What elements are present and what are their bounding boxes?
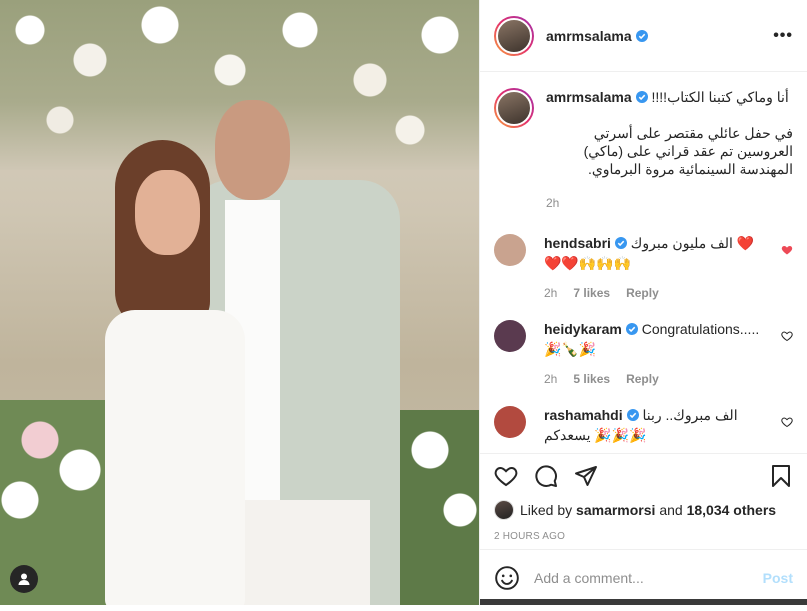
comment-text: Congratulations..... <box>641 321 760 337</box>
author-username[interactable]: amrmsalama <box>546 28 648 44</box>
comment-likes[interactable]: 7 likes <box>573 284 610 302</box>
post-caption: amrmsalama أنا وماكي كتبنا الكتاب!!!! في… <box>494 88 793 212</box>
comment-meta: 2h 5 likes Reply <box>544 370 767 388</box>
comment-item: heidykaram Congratulations..... 🎉🍾🎉 2h 5… <box>494 320 793 388</box>
post-actions-bar <box>480 453 807 497</box>
add-comment-bar: Add a comment... Post <box>480 549 807 605</box>
post-comment-button[interactable]: Post <box>763 570 793 586</box>
instagram-post: amrmsalama ••• amrmsalama أنا وماكي كتبن… <box>0 0 807 605</box>
comment-like-heart-icon[interactable] <box>781 244 793 256</box>
comment-username[interactable]: hendsabri <box>544 235 627 251</box>
liker-avatar[interactable] <box>494 500 514 520</box>
comment-username[interactable]: heidykaram <box>544 321 638 337</box>
comment-username[interactable]: rashamahdi <box>544 407 639 423</box>
caption-time[interactable]: 2h <box>546 194 559 212</box>
comment-meta: 2h 7 likes Reply <box>544 284 767 302</box>
comment-reply-button[interactable]: Reply <box>626 284 659 302</box>
comment-like-heart-icon[interactable] <box>781 330 793 342</box>
comment-text-line2: 🎉🍾🎉 <box>544 341 597 357</box>
post-details-panel: amrmsalama ••• amrmsalama أنا وماكي كتبن… <box>479 0 807 605</box>
liked-by-user[interactable]: samarmorsi <box>576 502 655 518</box>
more-options-button[interactable]: ••• <box>773 27 793 45</box>
comment-reply-button[interactable]: Reply <box>626 370 659 388</box>
emoji-icon[interactable] <box>494 565 520 591</box>
comment-icon[interactable] <box>534 464 558 488</box>
post-header: amrmsalama ••• <box>480 0 807 72</box>
bookmark-icon[interactable] <box>769 464 793 488</box>
post-timestamp[interactable]: 2 HOURS AGO <box>480 523 807 549</box>
verified-badge-icon <box>625 323 638 335</box>
verified-badge-icon <box>635 29 648 42</box>
verified-badge-icon <box>614 237 627 249</box>
comment-text-line2: ❤️❤️🙌🙌🙌 <box>544 255 632 271</box>
comments-list: amrmsalama أنا وماكي كتبنا الكتاب!!!! في… <box>480 72 807 453</box>
caption-author-username[interactable]: amrmsalama <box>546 89 648 105</box>
comment-text: الف مليون مبروك ❤️ <box>630 235 755 251</box>
comment-text: الف مبروك.. ربنا <box>642 407 738 423</box>
likes-count[interactable]: 18,034 others <box>687 502 777 518</box>
heart-icon[interactable] <box>494 464 518 488</box>
user-tag-icon[interactable] <box>10 565 38 593</box>
comment-item: rashamahdi الف مبروك.. ربنا يسعدكم 🎉🎉🎉 <box>494 406 793 444</box>
caption-author-avatar[interactable] <box>494 88 534 128</box>
post-photo[interactable] <box>0 0 479 605</box>
comment-likes[interactable]: 5 likes <box>573 370 610 388</box>
liked-by-prefix: Liked by <box>520 502 573 518</box>
comment-time[interactable]: 2h <box>544 284 557 302</box>
comment-avatar[interactable] <box>494 406 526 438</box>
liked-by-row: Liked by samarmorsi and 18,034 others <box>480 497 807 523</box>
caption-headline: أنا وماكي كتبنا الكتاب!!!! <box>651 89 789 105</box>
comment-avatar[interactable] <box>494 320 526 352</box>
comment-like-heart-icon[interactable] <box>781 416 793 428</box>
verified-badge-icon <box>626 409 639 421</box>
comment-time[interactable]: 2h <box>544 370 557 388</box>
share-icon[interactable] <box>574 464 598 488</box>
caption-meta: 2h <box>546 194 793 212</box>
caption-body: في حفل عائلي مقتصر على أسرتي العروسين تم… <box>583 125 793 177</box>
bride-figure <box>95 140 255 605</box>
comment-text-line2: يسعدكم 🎉🎉🎉 <box>544 427 647 443</box>
liked-by-and: and <box>659 502 683 518</box>
author-avatar[interactable] <box>494 15 534 56</box>
add-comment-input[interactable]: Add a comment... <box>534 570 763 586</box>
comment-item: hendsabri الف مليون مبروك ❤️ ❤️❤️🙌🙌🙌 2h … <box>494 234 793 302</box>
comment-avatar[interactable] <box>494 234 526 266</box>
verified-badge-icon <box>635 91 648 103</box>
